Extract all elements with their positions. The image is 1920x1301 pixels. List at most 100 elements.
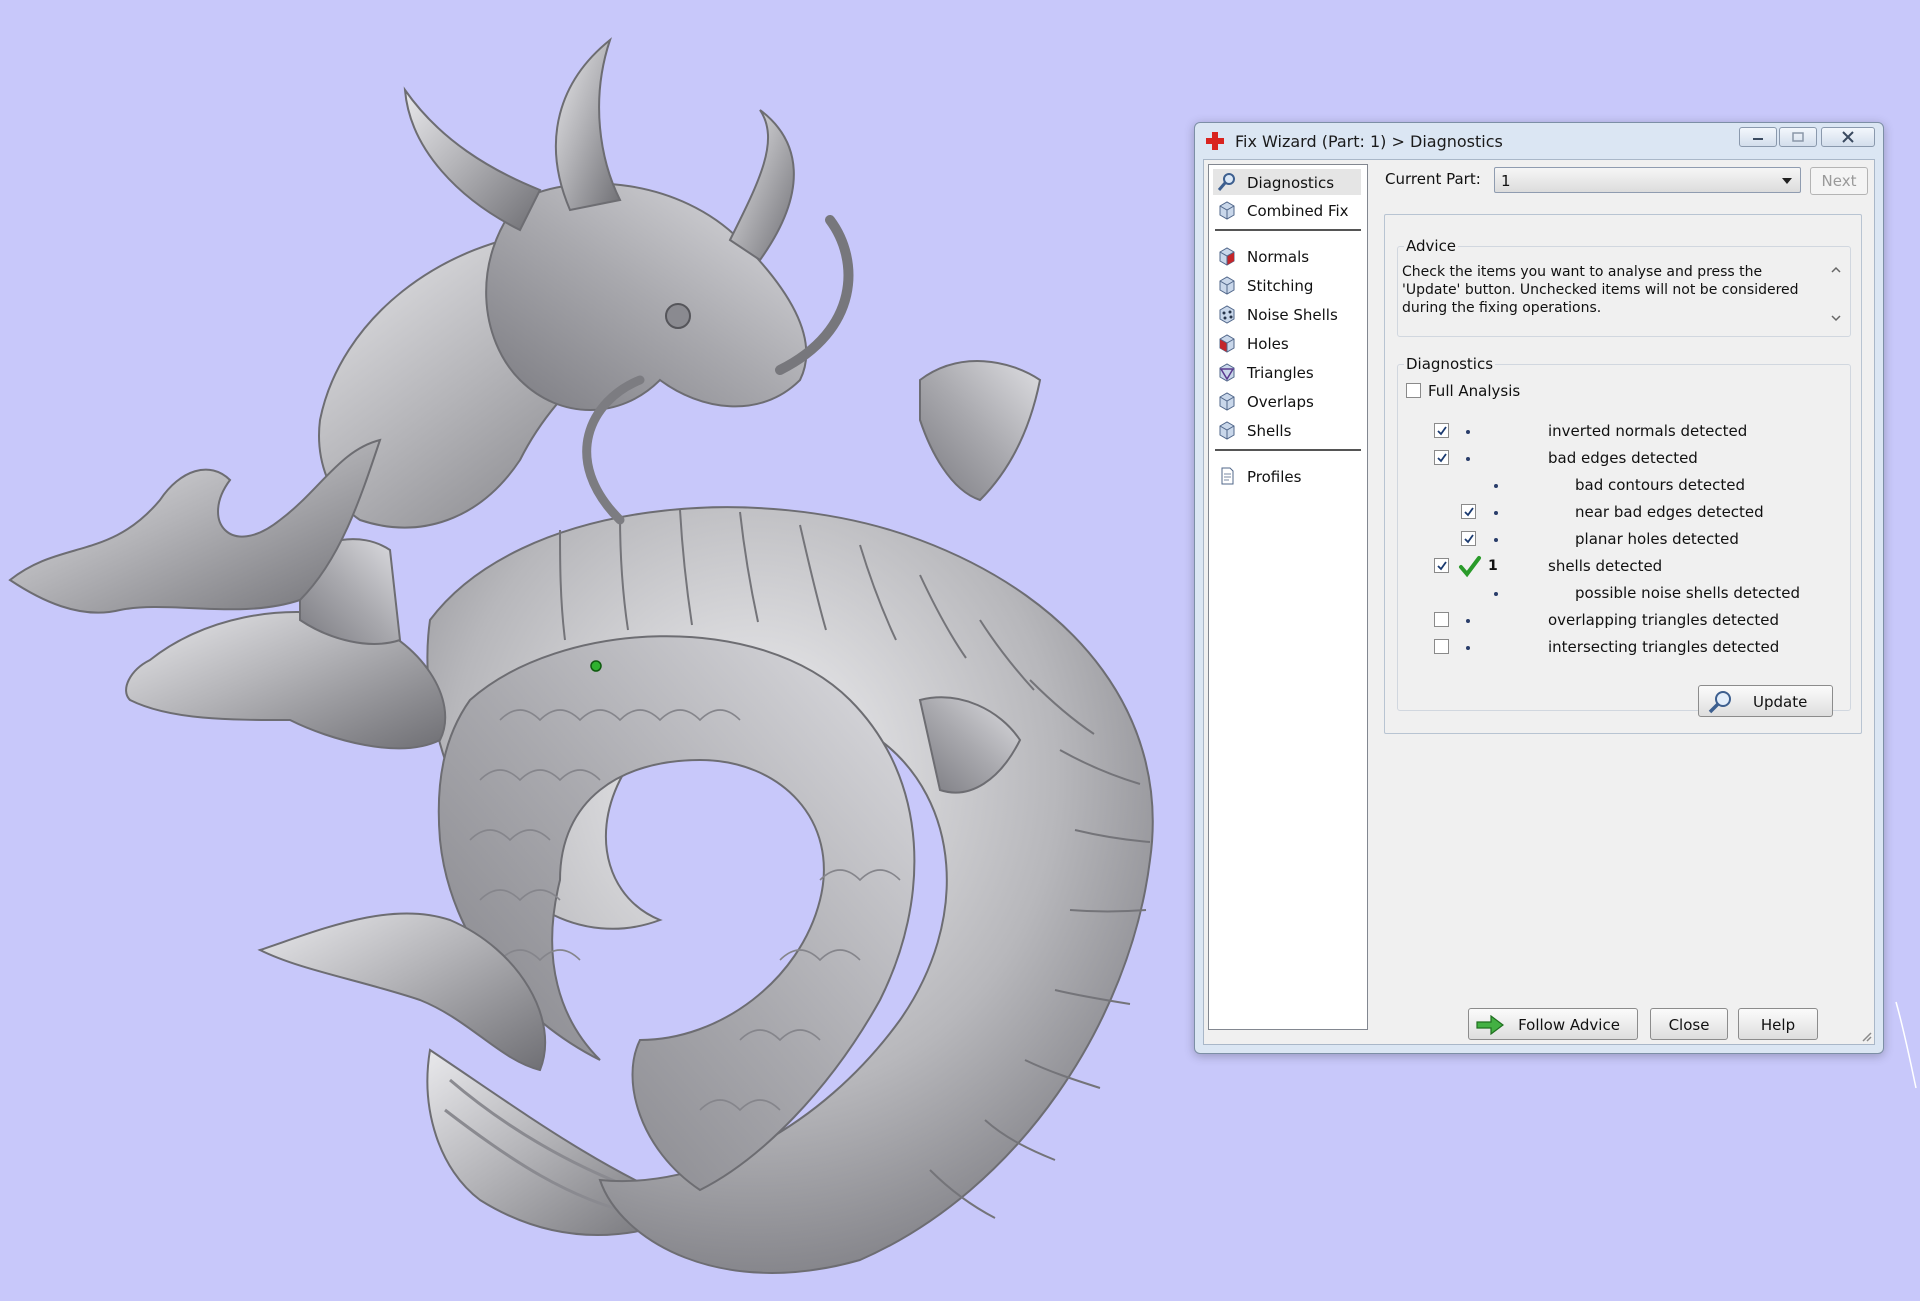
- close-button[interactable]: Close: [1650, 1008, 1728, 1040]
- bullet-icon: [1494, 484, 1498, 488]
- next-button[interactable]: Next: [1810, 167, 1868, 195]
- diagnostic-row: possible noise shells detected: [1398, 583, 1838, 605]
- help-label: Help: [1760, 1016, 1796, 1034]
- diagnostics-title: Diagnostics: [1406, 355, 1494, 373]
- green-check-icon: [1459, 556, 1481, 578]
- current-part-value: 1: [1501, 172, 1511, 190]
- diagnostic-row: planar holes detected: [1398, 529, 1838, 551]
- near-bad-edges-checkbox[interactable]: [1461, 504, 1476, 519]
- planar-holes-checkbox[interactable]: [1461, 531, 1476, 546]
- bullet-icon: [1466, 430, 1470, 434]
- help-button[interactable]: Help: [1738, 1008, 1818, 1040]
- intersecting-triangles-checkbox[interactable]: [1434, 639, 1449, 654]
- diagnostic-label: planar holes detected: [1575, 530, 1739, 548]
- diagnostic-label: inverted normals detected: [1548, 422, 1748, 440]
- checkmark-icon: [1464, 534, 1474, 544]
- dragon-relief-model[interactable]: [0, 0, 1160, 1301]
- diagnostics-group: Diagnostics Full Analysis inverted norma…: [1397, 355, 1851, 717]
- diagnostic-label: bad edges detected: [1548, 449, 1698, 467]
- checkmark-icon: [1437, 561, 1447, 571]
- diagnostic-label: near bad edges detected: [1575, 503, 1764, 521]
- advice-group: Advice Check the items you want to analy…: [1397, 237, 1851, 337]
- shell-count: 1: [1488, 558, 1498, 574]
- title-bar[interactable]: Fix Wizard (Part: 1) > Diagnostics: [1195, 123, 1883, 159]
- cube-icon: [1219, 392, 1235, 411]
- red-cross-icon: [1206, 132, 1224, 150]
- 3d-viewport[interactable]: [0, 0, 1160, 1301]
- bullet-icon: [1466, 619, 1470, 623]
- triangle-cube-icon: [1219, 363, 1235, 382]
- shells-checkbox[interactable]: [1434, 558, 1449, 573]
- update-label: Update: [1753, 693, 1808, 711]
- diagnostic-row: intersecting triangles detected: [1398, 637, 1838, 659]
- update-button[interactable]: Update: [1698, 685, 1833, 717]
- noise-cube-icon: [1219, 305, 1235, 324]
- magnifier-icon: [1217, 173, 1235, 191]
- current-part-label: Current Part:: [1385, 170, 1481, 188]
- nav-item-shells[interactable]: Shells: [1213, 417, 1361, 443]
- nav-item-label: Normals: [1247, 248, 1310, 266]
- nav-item-label: Noise Shells: [1247, 306, 1338, 324]
- nav-item-holes[interactable]: Holes: [1213, 330, 1361, 356]
- nav-item-overlaps[interactable]: Overlaps: [1213, 388, 1361, 414]
- advice-scrollbar[interactable]: [1828, 263, 1844, 325]
- bullet-icon: [1494, 511, 1498, 515]
- diagnostics-panel: Advice Check the items you want to analy…: [1384, 214, 1862, 734]
- nav-item-diagnostics[interactable]: Diagnostics: [1213, 169, 1361, 195]
- diagnostic-row: near bad edges detected: [1398, 502, 1838, 524]
- document-icon: [1221, 467, 1234, 485]
- nav-item-label: Stitching: [1247, 277, 1314, 295]
- dialog-client-area: Diagnostics Combined Fix Normals Stitchi…: [1203, 159, 1875, 1045]
- full-analysis-row: Full Analysis: [1406, 381, 1606, 403]
- nav-item-stitching[interactable]: Stitching: [1213, 272, 1361, 298]
- current-part-dropdown[interactable]: 1: [1494, 167, 1801, 193]
- nav-item-label: Shells: [1247, 422, 1292, 440]
- diagnostic-row: bad edges detected: [1398, 448, 1838, 470]
- window-title: Fix Wizard (Part: 1) > Diagnostics: [1235, 132, 1503, 151]
- nav-item-label: Diagnostics: [1247, 174, 1335, 192]
- chevron-down-icon: [1782, 178, 1792, 184]
- diagnostic-row: bad contours detected: [1398, 475, 1838, 497]
- diagnostic-row: inverted normals detected: [1398, 421, 1838, 443]
- bullet-icon: [1494, 538, 1498, 542]
- diagnostic-label: overlapping triangles detected: [1548, 611, 1779, 629]
- overlapping-triangles-checkbox[interactable]: [1434, 612, 1449, 627]
- bullet-icon: [1494, 592, 1498, 596]
- nav-item-normals[interactable]: Normals: [1213, 243, 1361, 269]
- nav-item-label: Overlaps: [1247, 393, 1314, 411]
- cube-red-icon: [1219, 334, 1235, 353]
- nav-item-profiles[interactable]: Profiles: [1213, 463, 1361, 489]
- diagnostic-label: bad contours detected: [1575, 476, 1745, 494]
- follow-advice-label: Follow Advice: [1518, 1016, 1620, 1034]
- diagnostic-label: intersecting triangles detected: [1548, 638, 1780, 656]
- nav-item-label: Profiles: [1247, 468, 1302, 486]
- maximize-icon: [1792, 132, 1804, 142]
- window-close-button[interactable]: [1821, 127, 1875, 147]
- nav-item-combined-fix[interactable]: Combined Fix: [1213, 197, 1361, 223]
- bullet-icon: [1466, 646, 1470, 650]
- maximize-button[interactable]: [1779, 127, 1817, 147]
- diagnostic-row: 1 shells detected: [1398, 556, 1838, 578]
- nav-item-label: Holes: [1247, 335, 1289, 353]
- follow-advice-button[interactable]: Follow Advice: [1468, 1008, 1638, 1040]
- diagnostic-label: possible noise shells detected: [1575, 584, 1801, 602]
- close-label: Close: [1668, 1016, 1710, 1034]
- advice-title: Advice: [1406, 237, 1457, 255]
- close-icon: [1842, 131, 1854, 143]
- cube-icon: [1219, 201, 1235, 220]
- nav-item-triangles[interactable]: Triangles: [1213, 359, 1361, 385]
- nav-item-label: Combined Fix: [1247, 202, 1349, 220]
- nav-separator: [1215, 449, 1361, 451]
- minimize-button[interactable]: [1739, 127, 1777, 147]
- full-analysis-checkbox[interactable]: [1406, 383, 1421, 398]
- resize-grip-icon[interactable]: [1860, 1030, 1872, 1042]
- nav-item-noise-shells[interactable]: Noise Shells: [1213, 301, 1361, 327]
- inverted-normals-checkbox[interactable]: [1434, 423, 1449, 438]
- checkmark-icon: [1437, 453, 1447, 463]
- bad-edges-checkbox[interactable]: [1434, 450, 1449, 465]
- checkmark-icon: [1464, 507, 1474, 517]
- nav-item-label: Triangles: [1247, 364, 1314, 382]
- cube-icon: [1219, 421, 1235, 440]
- checkmark-icon: [1437, 426, 1447, 436]
- cube-red-icon: [1219, 247, 1235, 266]
